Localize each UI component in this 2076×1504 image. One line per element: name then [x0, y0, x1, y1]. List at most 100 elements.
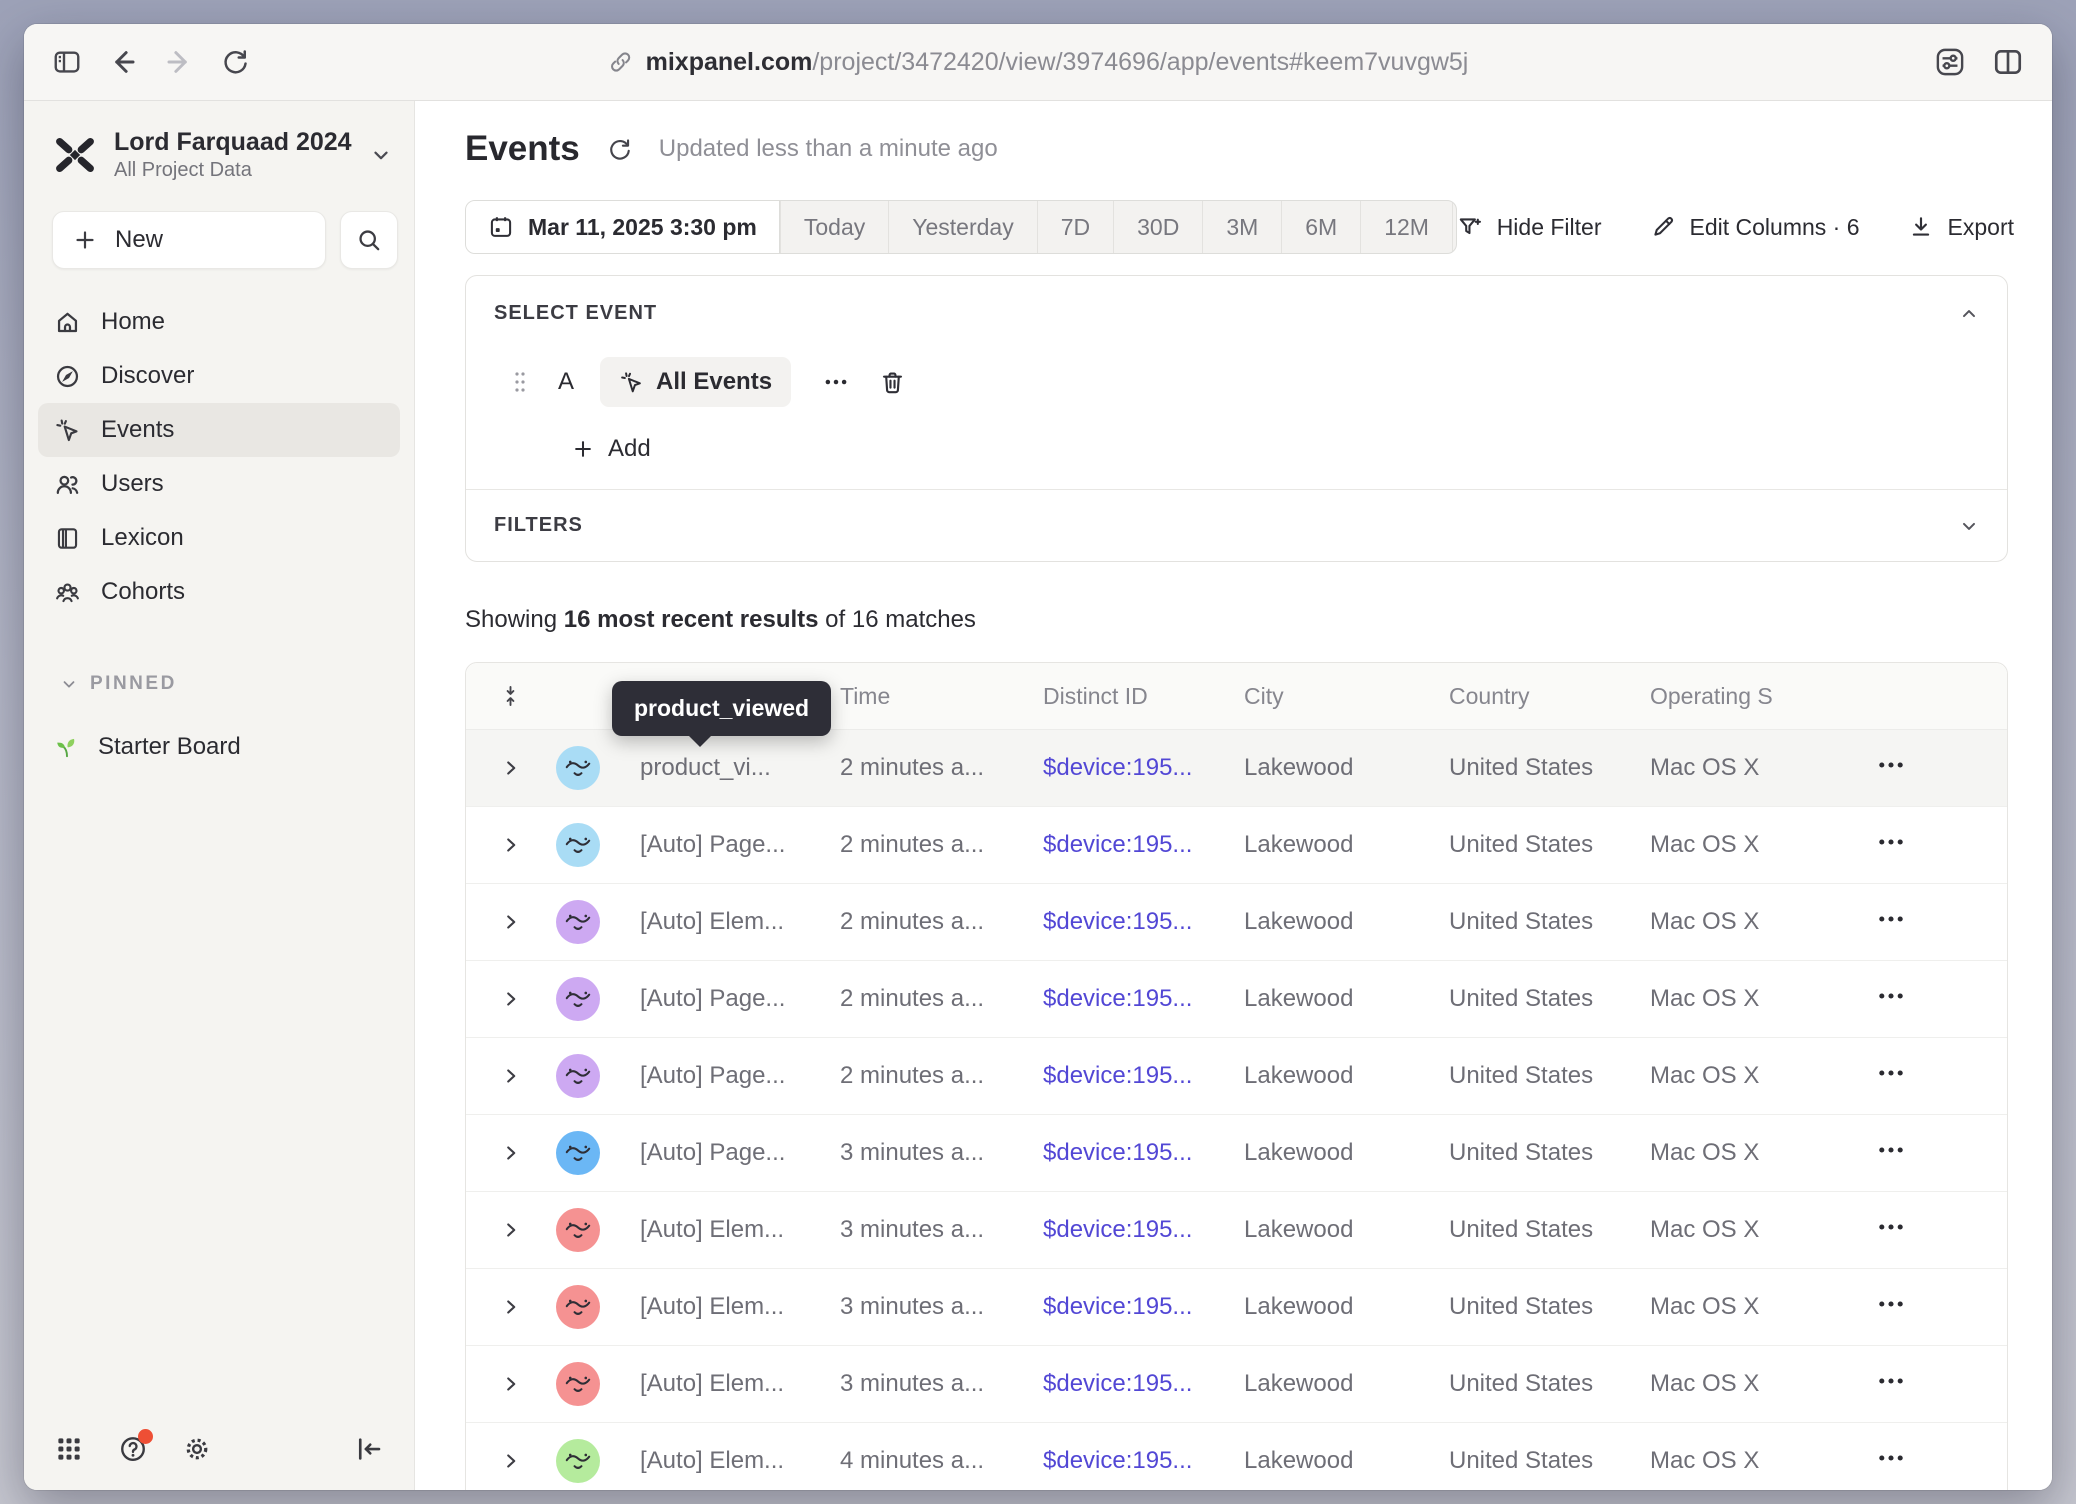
reload-icon[interactable]: [220, 47, 250, 77]
range-6m[interactable]: 6M: [1281, 201, 1360, 253]
cell-distinct-id[interactable]: $device:195...: [1043, 831, 1244, 859]
cell-distinct-id[interactable]: $device:195...: [1043, 1062, 1244, 1090]
column-header-city[interactable]: City: [1244, 683, 1449, 710]
column-header-country[interactable]: Country: [1449, 683, 1650, 710]
table-row[interactable]: [Auto] Elem... 3 minutes a... $device:19…: [466, 1269, 2007, 1346]
export-button[interactable]: Export: [1908, 214, 2014, 241]
table-row[interactable]: [Auto] Elem... 3 minutes a... $device:19…: [466, 1192, 2007, 1269]
row-expand-icon[interactable]: [500, 1065, 522, 1087]
row-expand-icon[interactable]: [500, 1450, 522, 1472]
refresh-icon[interactable]: [606, 136, 633, 163]
sidebar-item-discover[interactable]: Discover: [38, 349, 400, 403]
range-yesterday[interactable]: Yesterday: [888, 201, 1036, 253]
range-12m[interactable]: 12M: [1360, 201, 1452, 253]
row-expand-icon[interactable]: [500, 834, 522, 856]
sidebar-item-cohorts[interactable]: Cohorts: [38, 565, 400, 619]
range-today[interactable]: Today: [780, 201, 888, 253]
filter-plus-icon: [1457, 214, 1483, 240]
row-actions-button[interactable]: [1874, 902, 1908, 936]
table-row[interactable]: [Auto] Elem... 3 minutes a... $device:19…: [466, 1346, 2007, 1423]
event-row: A All Events: [512, 357, 1979, 407]
cell-country: United States: [1449, 1447, 1650, 1475]
sidebar-item-events[interactable]: Events: [38, 403, 400, 457]
hide-filter-button[interactable]: Hide Filter: [1457, 214, 1602, 241]
new-button[interactable]: New: [52, 211, 326, 269]
help-button[interactable]: [118, 1434, 148, 1464]
row-actions-button[interactable]: [1874, 748, 1908, 782]
row-actions-button[interactable]: [1874, 979, 1908, 1013]
cell-distinct-id[interactable]: $device:195...: [1043, 1370, 1244, 1398]
cell-time: 3 minutes a...: [840, 1293, 1043, 1321]
range-30d[interactable]: 30D: [1113, 201, 1202, 253]
column-header-time[interactable]: Time: [840, 683, 1043, 710]
column-header-os[interactable]: Operating S: [1650, 683, 1870, 710]
cell-distinct-id[interactable]: $device:195...: [1043, 1293, 1244, 1321]
row-actions-button[interactable]: [1874, 1441, 1908, 1475]
cell-distinct-id[interactable]: $device:195...: [1043, 754, 1244, 782]
cell-country: United States: [1449, 831, 1650, 859]
row-expand-icon[interactable]: [500, 1373, 522, 1395]
all-events-chip[interactable]: All Events: [600, 357, 791, 407]
table-row[interactable]: [Auto] Page... 2 minutes a... $device:19…: [466, 961, 2007, 1038]
table-row[interactable]: [Auto] Elem... 2 minutes a... $device:19…: [466, 884, 2007, 961]
row-actions-button[interactable]: [1874, 1287, 1908, 1321]
page-settings-icon[interactable]: [1934, 46, 1966, 78]
cell-distinct-id[interactable]: $device:195...: [1043, 1447, 1244, 1475]
edit-columns-button[interactable]: Edit Columns · 6: [1650, 214, 1860, 241]
row-expand-icon[interactable]: [500, 1296, 522, 1318]
chevron-down-icon[interactable]: [1959, 516, 1979, 536]
sidebar-footer: [24, 1434, 414, 1490]
add-event-button[interactable]: Add: [572, 435, 1979, 463]
trash-icon[interactable]: [879, 369, 906, 396]
row-expand-icon[interactable]: [500, 1142, 522, 1164]
row-actions-button[interactable]: [1874, 1364, 1908, 1398]
query-builder-card: SELECT EVENT A All Events Add: [465, 275, 2008, 562]
cell-event: [Auto] Page...: [640, 985, 840, 1013]
collapse-all-icon[interactable]: [499, 684, 523, 708]
table-row[interactable]: [Auto] Elem... 4 minutes a... $device:19…: [466, 1423, 2007, 1490]
forward-icon[interactable]: [164, 47, 194, 77]
date-picker-button[interactable]: Mar 11, 2025 3:30 pm: [466, 201, 780, 253]
cell-distinct-id[interactable]: $device:195...: [1043, 985, 1244, 1013]
event-avatar: [556, 823, 600, 867]
sidebar-item-starter-board[interactable]: Starter Board: [38, 721, 400, 773]
table-row[interactable]: [Auto] Page... 2 minutes a... $device:19…: [466, 807, 2007, 884]
row-expand-icon[interactable]: [500, 911, 522, 933]
back-icon[interactable]: [108, 47, 138, 77]
sidebar-item-label: Lexicon: [101, 524, 184, 552]
sidebar-item-lexicon[interactable]: Lexicon: [38, 511, 400, 565]
table-row[interactable]: [Auto] Page... 3 minutes a... $device:19…: [466, 1115, 2007, 1192]
collapse-sidebar-icon[interactable]: [354, 1434, 384, 1464]
cell-distinct-id[interactable]: $device:195...: [1043, 1139, 1244, 1167]
row-actions-button[interactable]: [1874, 825, 1908, 859]
cell-os: Mac OS X: [1650, 1062, 1870, 1090]
column-header-distinct-id[interactable]: Distinct ID: [1043, 683, 1244, 710]
drag-handle-icon[interactable]: [512, 368, 528, 396]
row-actions-button[interactable]: [1874, 1210, 1908, 1244]
row-expand-icon[interactable]: [500, 988, 522, 1010]
gear-icon[interactable]: [182, 1434, 212, 1464]
cell-event: [Auto] Elem...: [640, 1216, 840, 1244]
row-expand-icon[interactable]: [500, 1219, 522, 1241]
range-7d[interactable]: 7D: [1037, 201, 1113, 253]
event-avatar: [556, 977, 600, 1021]
table-row[interactable]: [Auto] Page... 2 minutes a... $device:19…: [466, 1038, 2007, 1115]
event-options-button[interactable]: [821, 367, 851, 397]
range-3m[interactable]: 3M: [1202, 201, 1281, 253]
pinned-section-header[interactable]: PINNED: [60, 673, 414, 695]
project-switcher[interactable]: Lord Farquaad 2024 All Project Data: [52, 127, 392, 183]
sidebar-item-home[interactable]: Home: [38, 295, 400, 349]
address-bar[interactable]: mixpanel.com/project/3472420/view/397469…: [608, 48, 1469, 77]
cell-time: 2 minutes a...: [840, 1062, 1043, 1090]
chevron-up-icon[interactable]: [1959, 304, 1979, 324]
split-view-icon[interactable]: [1992, 46, 2024, 78]
row-expand-icon[interactable]: [500, 757, 522, 779]
cell-distinct-id[interactable]: $device:195...: [1043, 1216, 1244, 1244]
row-actions-button[interactable]: [1874, 1056, 1908, 1090]
search-button[interactable]: [340, 211, 398, 269]
apps-grid-icon[interactable]: [54, 1434, 84, 1464]
cell-distinct-id[interactable]: $device:195...: [1043, 908, 1244, 936]
sidebar-item-users[interactable]: Users: [38, 457, 400, 511]
browser-sidebar-toggle-icon[interactable]: [52, 47, 82, 77]
row-actions-button[interactable]: [1874, 1133, 1908, 1167]
